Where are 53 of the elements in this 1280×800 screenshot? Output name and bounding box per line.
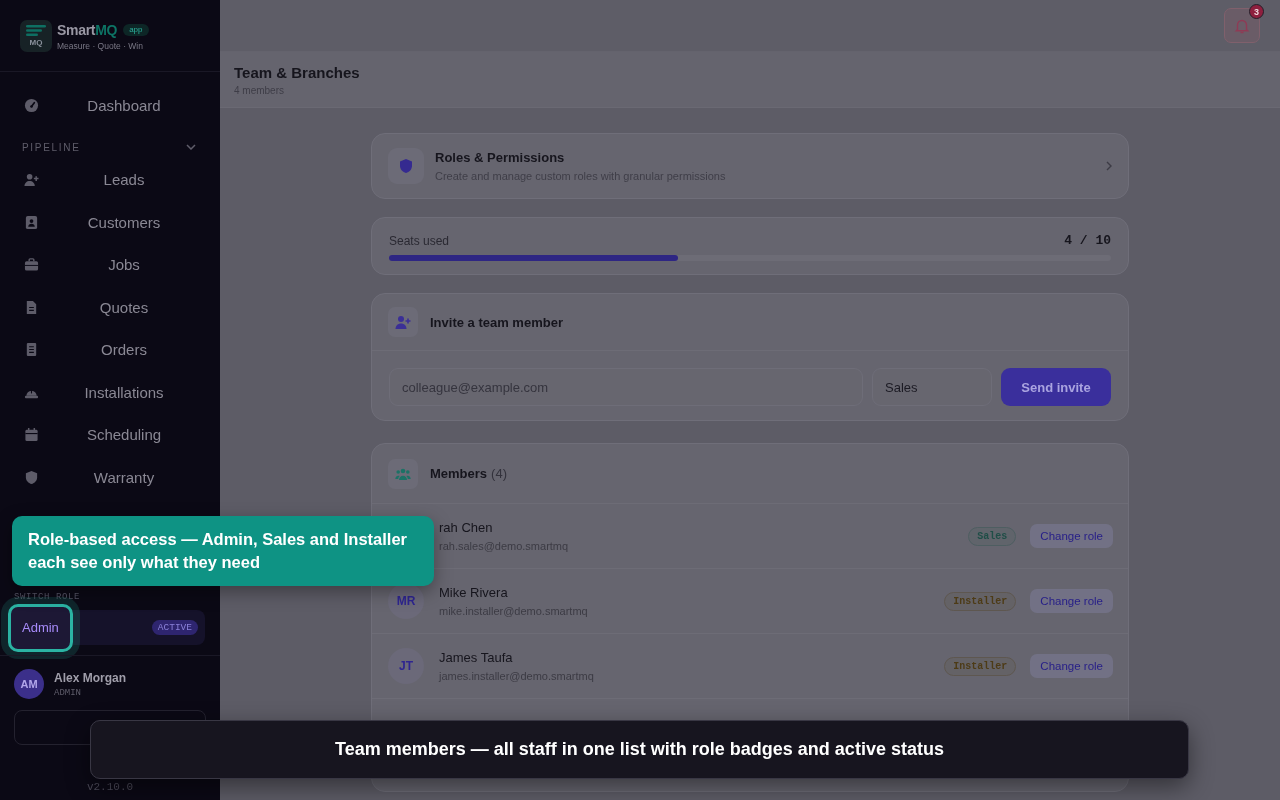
caption-tooltip: Team members — all staff in one list with role badges and active status [90, 720, 1189, 779]
user-avatar: AM [14, 669, 44, 699]
user-role: ADMIN [54, 687, 82, 698]
active-badge: ACTIVE [151, 620, 198, 635]
version-label: v2.10.0 [85, 781, 135, 795]
contact-card-icon [24, 214, 39, 230]
nav-item[interactable]: Quotes [0, 286, 220, 329]
member-name: Mike Rivera [439, 585, 509, 600]
nav-item[interactable]: Warranty [0, 456, 220, 499]
shield-icon [388, 148, 424, 184]
invite-title: Invite a team member [430, 314, 563, 330]
nav-item[interactable]: Leads [0, 158, 220, 201]
member-name: James Taufa [439, 650, 514, 665]
nav-item[interactable]: Customers [0, 201, 220, 244]
chevron-right-icon [1106, 161, 1112, 171]
roles-title: Roles & Permissions [435, 150, 566, 165]
seats-count: 4 / 10 [1064, 233, 1111, 249]
section-toggle[interactable]: PIPELINE [0, 126, 220, 159]
shield-icon [24, 469, 39, 485]
nav-item[interactable]: Orders [0, 328, 220, 371]
brand-badge: app [123, 24, 149, 36]
role-badge: Installer [944, 656, 1017, 676]
nav-item[interactable]: Dashboard [0, 84, 220, 127]
sheet-icon [24, 342, 39, 358]
logo-initials: MQ [29, 38, 43, 47]
brand-name: SmartMQ [57, 21, 118, 39]
user-name: Alex Morgan [54, 670, 126, 685]
group-icon [388, 458, 418, 489]
role-select[interactable]: Sales [872, 368, 992, 406]
nav-item[interactable]: Jobs [0, 243, 220, 286]
bell-icon [1234, 17, 1250, 34]
brand-tagline: Measure · Quote · Win [57, 40, 144, 51]
avatar: JT [388, 648, 424, 684]
briefcase-icon [24, 257, 39, 273]
document-icon [24, 299, 39, 315]
calendar-icon [24, 427, 39, 443]
role-badge: Sales [968, 526, 1017, 546]
role-badge: Installer [944, 591, 1017, 611]
tour-tooltip: Role-based access — Admin, Sales and Installer each see only what they need [12, 516, 434, 586]
switch-role-label: SWITCH ROLE [13, 591, 81, 603]
page-title: Team & Branches [234, 64, 361, 82]
send-invite-button[interactable]: Send invite [1001, 368, 1111, 406]
user-plus-icon [24, 172, 39, 188]
nav-item[interactable]: Installations [0, 371, 220, 414]
members-title: Members [430, 466, 488, 481]
member-name: rah Chen [439, 520, 494, 535]
nav-item[interactable]: Scheduling [0, 413, 220, 456]
user-plus-icon [388, 307, 418, 337]
notification-badge: 3 [1249, 4, 1264, 19]
bars-icon [26, 25, 46, 36]
seats-label: Seats used [389, 233, 450, 249]
role-button[interactable]: Admin [8, 603, 73, 652]
gauge-icon [24, 97, 39, 113]
